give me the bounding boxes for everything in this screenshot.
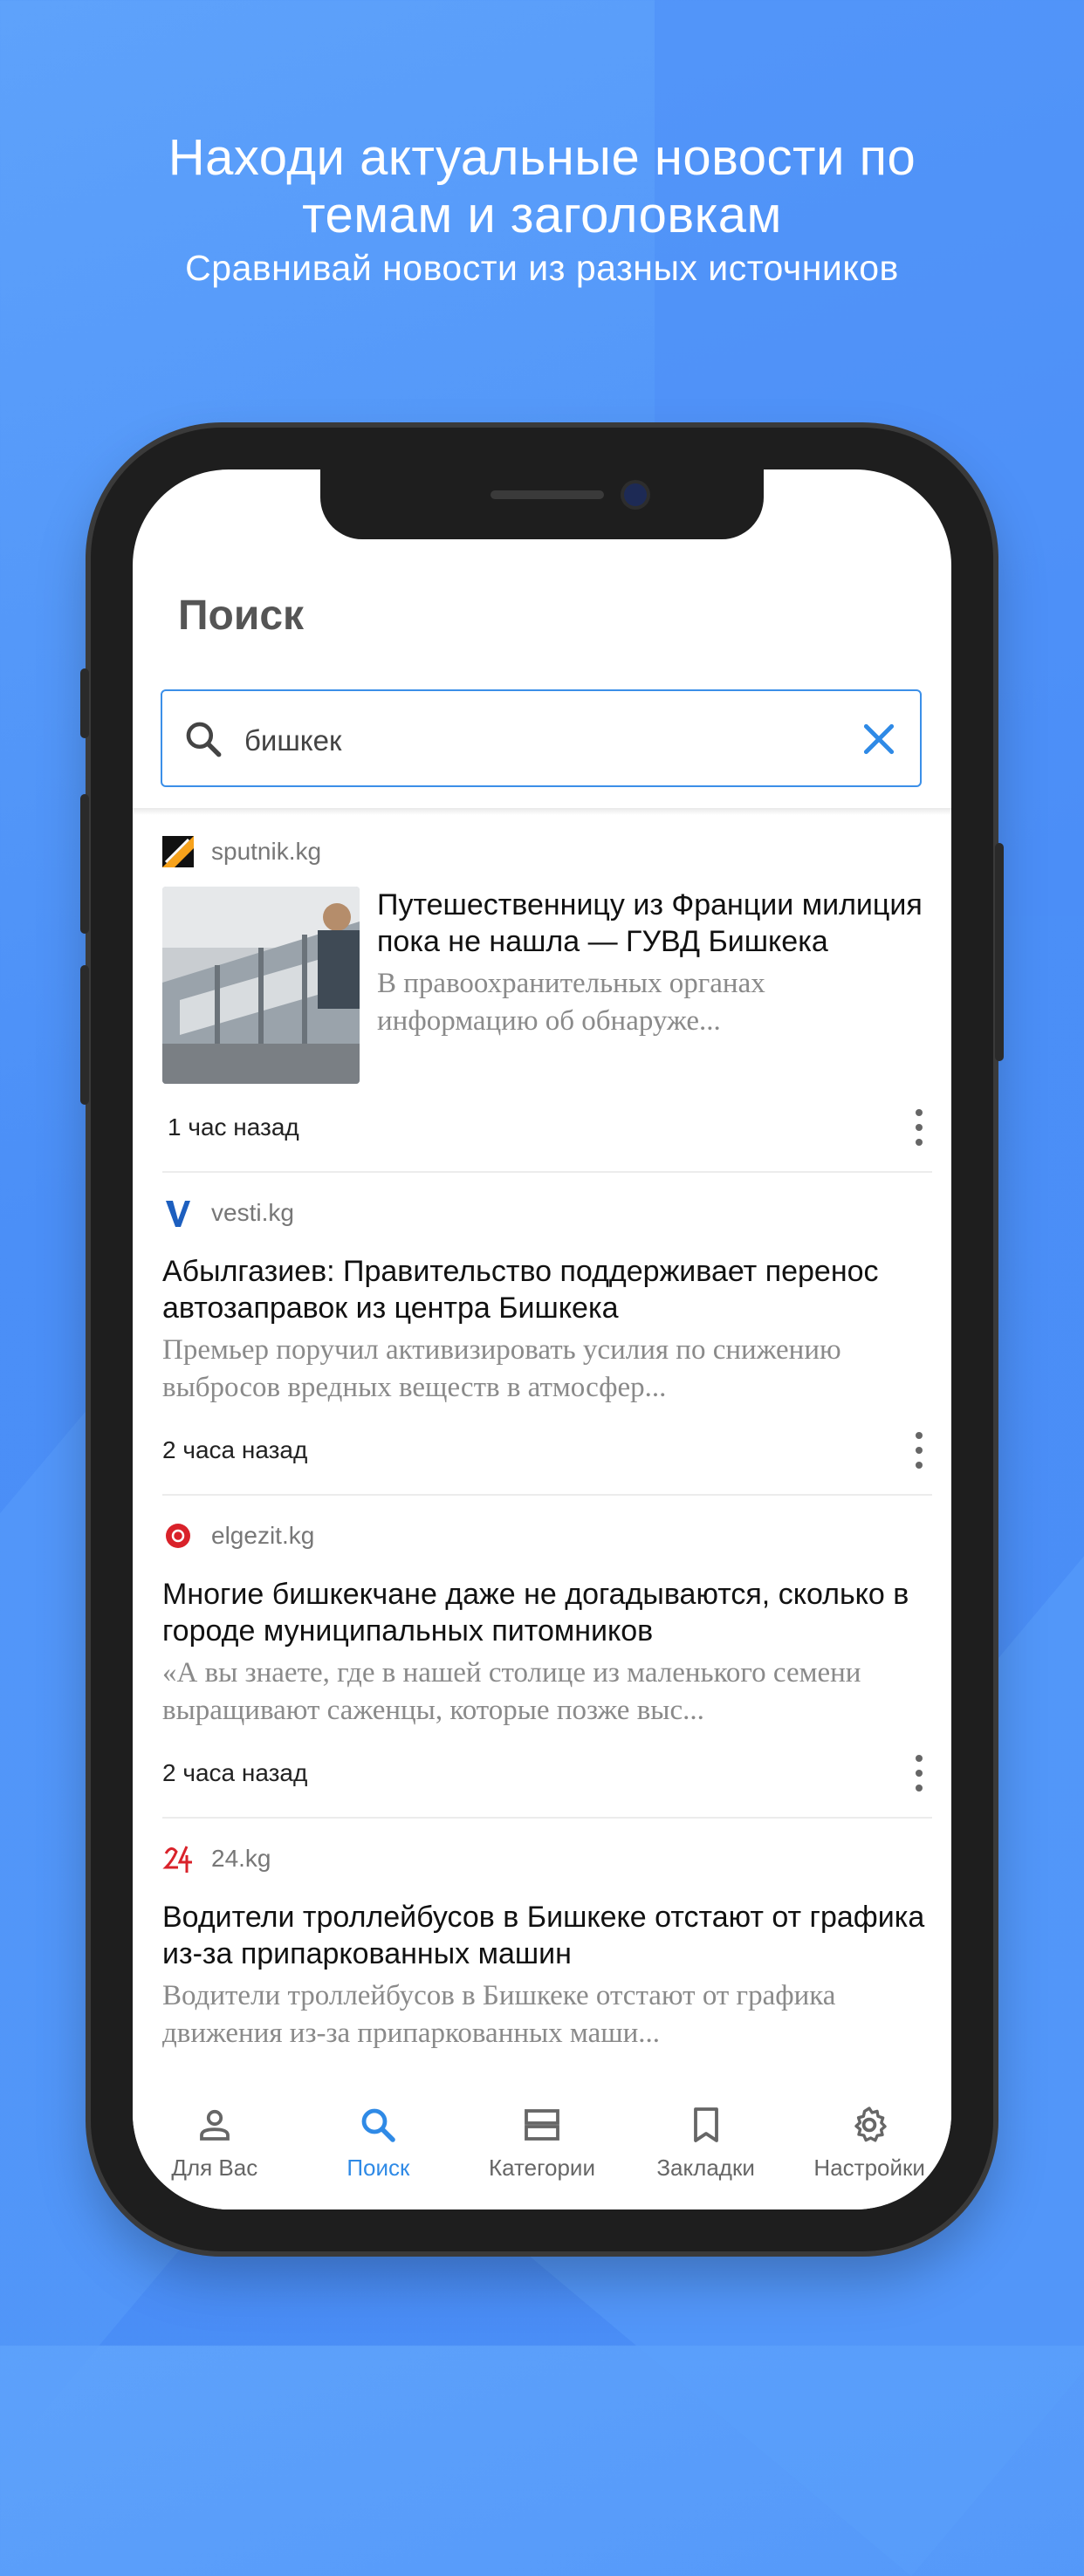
search-icon[interactable] — [182, 717, 225, 761]
news-source: sputnik.kg — [162, 815, 932, 878]
news-source: 24.kg — [162, 1819, 932, 1885]
volume-up-button — [80, 794, 89, 934]
news-item[interactable]: sputnik.kg Путешественницу из Франции ми… — [162, 815, 932, 1173]
news-meta: 1 час назад — [162, 1084, 932, 1171]
camera — [624, 483, 647, 506]
nav-label: Поиск — [346, 2155, 410, 2181]
nav-label: Для Вас — [171, 2155, 258, 2181]
nav-label: Категории — [488, 2155, 595, 2181]
news-thumbnail[interactable] — [162, 887, 360, 1084]
nav-bookmarks[interactable]: Закладки — [624, 2085, 788, 2209]
search-icon — [361, 2108, 396, 2142]
categories-icon — [525, 2109, 559, 2141]
news-time: 1 час назад — [168, 1113, 299, 1141]
person-icon — [199, 2109, 230, 2141]
gear-icon — [854, 2107, 887, 2142]
news-item[interactable]: 24.kg Водители троллейбусов в Бишкеке от… — [162, 1819, 932, 2052]
news-meta: 2 часа назад — [162, 1407, 932, 1494]
news-text: Многие бишкекчане даже не догадываются, … — [162, 1576, 932, 1730]
news-meta: 2 часа назад — [162, 1730, 932, 1817]
mute-switch — [80, 668, 89, 738]
news-description: «А вы знаете, где в нашей столице из мал… — [162, 1657, 861, 1726]
news-time: 2 часа назад — [162, 1759, 308, 1786]
promo-subtitle: Сравнивай новости из разных источников — [185, 248, 899, 288]
news-title[interactable]: Путешественницу из Франции милиция пока … — [377, 887, 932, 960]
news-text: Путешественницу из Франции милиция пока … — [377, 887, 932, 1084]
bookmark-icon — [693, 2107, 718, 2142]
header-divider — [133, 808, 951, 815]
notch — [320, 469, 764, 539]
news-title[interactable]: Многие бишкекчане даже не догадываются, … — [162, 1576, 932, 1649]
more-vert-icon[interactable] — [906, 1106, 932, 1149]
nav-categories[interactable]: Категории — [460, 2085, 624, 2209]
news-feed[interactable]: sputnik.kg Путешественницу из Франции ми… — [133, 815, 951, 2085]
news-item[interactable]: elgezit.kg Многие бишкекчане даже не дог… — [162, 1496, 932, 1819]
speaker — [491, 490, 604, 499]
power-button — [995, 843, 1004, 1061]
news-item[interactable]: vesti.kg Абылгазиев: Правительство подде… — [162, 1173, 932, 1496]
source-name: sputnik.kg — [211, 838, 322, 865]
promo-title: Находи актуальные новости по темам и заг… — [168, 129, 916, 243]
volume-down-button — [80, 965, 89, 1105]
search-bar[interactable] — [161, 689, 922, 787]
news-description: В правоохранительных органах информацию … — [377, 968, 765, 1037]
news-body: Путешественницу из Франции милиция пока … — [162, 887, 932, 1084]
news-description: Водители троллейбусов в Бишкеке отстают … — [162, 1980, 836, 2049]
bottom-nav: Для Вас Поиск Категории Закладки Настрой… — [133, 2085, 951, 2209]
phone-frame: Поиск бишкек sputnik.kg Путешественницу … — [80, 428, 1004, 2251]
more-vert-icon[interactable] — [906, 1751, 932, 1795]
nav-settings[interactable]: Настройки — [787, 2085, 951, 2209]
sputnik-logo-icon — [162, 836, 194, 867]
news-source: vesti.kg — [162, 1173, 932, 1239]
vesti-logo-icon — [162, 1197, 194, 1229]
news-description: Премьер поручил активизировать усилия по… — [162, 1334, 841, 1403]
more-vert-icon[interactable] — [906, 1428, 932, 1472]
close-icon[interactable] — [857, 717, 901, 761]
search-input[interactable] — [243, 716, 840, 766]
elgezit-logo-icon — [162, 1520, 194, 1552]
nav-for-you[interactable]: Для Вас — [133, 2085, 297, 2209]
nav-search[interactable]: Поиск — [297, 2085, 461, 2209]
nav-label: Настройки — [813, 2155, 925, 2181]
24kg-logo-icon — [162, 1843, 194, 1874]
promo-header: Находи актуальные новости по темам и заг… — [0, 129, 1084, 290]
news-title[interactable]: Водители троллейбусов в Бишкеке отстают … — [162, 1899, 932, 1972]
news-title[interactable]: Абылгазиев: Правительство поддерживает п… — [162, 1253, 932, 1326]
source-name: 24.kg — [211, 1845, 271, 1872]
news-source: elgezit.kg — [162, 1496, 932, 1562]
phone-screen: Поиск бишкек sputnik.kg Путешественницу … — [133, 469, 951, 2209]
nav-label: Закладки — [656, 2155, 755, 2181]
news-text: Водители троллейбусов в Бишкеке отстают … — [162, 1899, 932, 2052]
news-time: 2 часа назад — [162, 1436, 308, 1463]
news-text: Абылгазиев: Правительство поддерживает п… — [162, 1253, 932, 1407]
page-title: Поиск — [178, 593, 305, 639]
source-name: vesti.kg — [211, 1199, 294, 1226]
source-name: elgezit.kg — [211, 1522, 315, 1549]
